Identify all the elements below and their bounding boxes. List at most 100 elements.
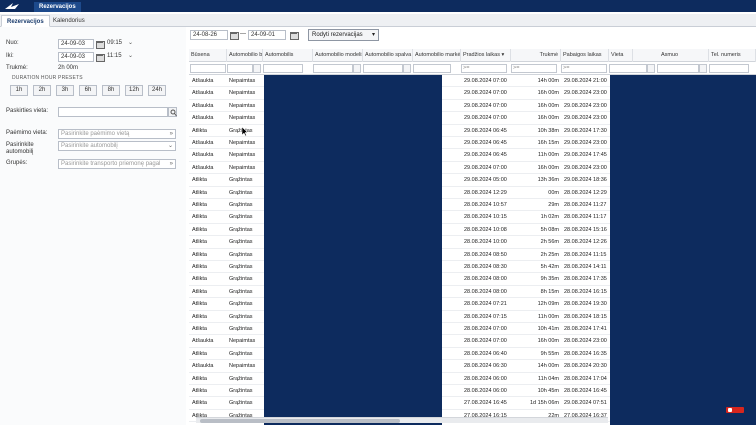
- calendar-icon[interactable]: [290, 31, 299, 40]
- col-asmuo[interactable]: Asmuo: [633, 49, 709, 62]
- filter-trukme[interactable]: >=: [511, 64, 557, 73]
- filter-vieta[interactable]: [609, 64, 647, 73]
- nuo-time[interactable]: 09:15: [107, 40, 122, 46]
- cell-busena: Atlikta: [192, 177, 207, 184]
- cell-trukme: 14h 00m: [537, 78, 559, 84]
- automobilis-placeholder: Pasirinkite automobilį: [61, 143, 118, 149]
- cell-pabaigos: 28.08.2024 12:29: [564, 189, 607, 196]
- calendar-icon[interactable]: [96, 40, 105, 49]
- filter-pabaigos[interactable]: >=: [561, 64, 607, 73]
- redacted-block: [264, 75, 442, 425]
- col-spalva[interactable]: Automobilio spalva: [363, 49, 413, 62]
- preset-2h[interactable]: 2h: [33, 85, 51, 96]
- cell-busena: Atšaukta: [192, 78, 214, 84]
- preset-8h[interactable]: 8h: [102, 85, 120, 96]
- cell-busena: Atšaukta: [192, 90, 214, 97]
- filter-modelis[interactable]: [313, 64, 353, 73]
- preset-1h[interactable]: 1h: [10, 85, 28, 96]
- cell-busena: Atlikta: [192, 326, 207, 332]
- filter-spalva[interactable]: [363, 64, 403, 73]
- col-trukme[interactable]: Trukmė: [511, 49, 561, 62]
- chevron-down-icon[interactable]: ⌄: [127, 53, 134, 60]
- cell-automobilio-b: Nepaimtas: [229, 338, 256, 345]
- horizontal-scrollbar[interactable]: [196, 417, 608, 423]
- cell-pabaigos: 28.08.2024 12:26: [564, 239, 607, 246]
- cell-automobilio-b: Grąžintas: [229, 214, 253, 221]
- col-vieta[interactable]: Vieta: [609, 49, 633, 62]
- cell-automobilio-b: Grąžintas: [229, 276, 253, 283]
- grupes-select[interactable]: Pasirinkite transporto priemonę pagal »: [58, 159, 176, 169]
- cell-pradzios: 29.08.2024 06:45: [464, 152, 507, 159]
- calendar-icon[interactable]: [230, 31, 239, 40]
- cell-busena: Atlikta: [192, 127, 207, 134]
- scrollbar-thumb[interactable]: [200, 419, 400, 423]
- cell-pradzios: 28.08.2024 07:15: [464, 313, 507, 320]
- nuo-date-input[interactable]: 24-09-03: [58, 39, 94, 49]
- chevron-down-icon: ⌄: [167, 143, 173, 149]
- filter-search-icon[interactable]: [403, 64, 411, 73]
- filter-busena[interactable]: [190, 64, 226, 73]
- automobilis-select[interactable]: Pasirinkite automobilį ⌄: [58, 141, 176, 151]
- cell-automobilio-b: Grąžintas: [229, 177, 253, 184]
- preset-3h[interactable]: 3h: [56, 85, 74, 96]
- cell-pabaigos: 29.08.2024 17:45: [564, 152, 607, 159]
- cell-pabaigos: 29.08.2024 23:00: [564, 164, 607, 171]
- preset-24h[interactable]: 24h: [148, 85, 166, 96]
- cell-pabaigos: 29.08.2024 21:00: [564, 78, 607, 84]
- preset-6h[interactable]: 6h: [79, 85, 97, 96]
- cell-pradzios: 28.08.2024 06:40: [464, 350, 507, 357]
- col-marke[interactable]: Automobilio markė: [413, 49, 461, 62]
- cell-pradzios: 28.08.2024 10:57: [464, 202, 507, 208]
- cell-trukme: 1d 15h 06m: [529, 400, 559, 407]
- app-tab-rezervacijos[interactable]: Rezervacijos: [34, 2, 81, 12]
- chevron-down-icon: »: [169, 161, 173, 167]
- col-automobilio-b[interactable]: Automobilio b: [227, 49, 263, 62]
- cell-busena: Atlikta: [192, 214, 207, 221]
- filter-automobilis[interactable]: [263, 64, 303, 73]
- filter-marke[interactable]: [413, 64, 451, 73]
- iki-date-input[interactable]: 24-09-03: [58, 52, 94, 62]
- chevron-down-icon[interactable]: ⌄: [127, 40, 134, 47]
- tab-kalendorius[interactable]: Kalendorius: [48, 15, 90, 27]
- filter-asmuo[interactable]: [657, 64, 699, 73]
- cell-pabaigos: 29.08.2024 23:00: [564, 140, 607, 146]
- filter-search-icon[interactable]: [253, 64, 261, 73]
- show-reservations-label: Rodyti rezervacijas: [312, 32, 363, 38]
- col-automobilis[interactable]: Automobilis: [263, 49, 313, 62]
- cell-pradzios: 28.08.2024 06:00: [464, 388, 507, 394]
- cell-trukme: 16h 00m: [537, 338, 559, 345]
- cell-automobilio-b: Nepaimtas: [229, 140, 256, 146]
- col-tel[interactable]: Tel. numeris: [709, 49, 756, 62]
- chevron-down-icon: »: [169, 131, 173, 137]
- show-reservations-button[interactable]: Rodyti rezervacijas ▾: [308, 29, 379, 41]
- cell-busena: Atlikta: [192, 239, 207, 246]
- col-pabaigos[interactable]: Pabaigos laikas: [561, 49, 609, 62]
- cell-trukme: 16h 00m: [537, 90, 559, 97]
- col-modelis[interactable]: Automobilio modelis: [313, 49, 363, 62]
- preset-12h[interactable]: 12h: [125, 85, 143, 96]
- cell-busena: Atlikta: [192, 388, 207, 394]
- search-button[interactable]: [168, 107, 177, 117]
- calendar-icon[interactable]: [96, 53, 105, 62]
- cell-pabaigos: 28.08.2024 16:35: [564, 350, 607, 357]
- filter-search-icon[interactable]: [353, 64, 361, 73]
- cell-pabaigos: 28.08.2024 11:15: [564, 251, 607, 258]
- cell-trukme: 10h 38m: [537, 127, 559, 134]
- paemimo-select[interactable]: Pasirinkite paėmimo vietą »: [58, 129, 176, 139]
- iki-time[interactable]: 11:15: [107, 53, 122, 59]
- col-busena[interactable]: Būsena: [189, 49, 227, 62]
- filter-tel[interactable]: [709, 64, 749, 73]
- tab-rezervacijos[interactable]: Rezervacijos: [1, 15, 50, 27]
- cell-pabaigos: 28.08.2024 17:04: [564, 375, 607, 382]
- cell-pabaigos: 28.08.2024 11:27: [564, 202, 607, 208]
- col-pradzios[interactable]: Pradžios laikas ▾: [461, 49, 511, 62]
- cell-trukme: 16h 00m: [537, 102, 559, 109]
- date-to-input[interactable]: 24-09-01: [248, 30, 286, 40]
- filter-search-icon[interactable]: [647, 64, 655, 73]
- filter-automobilio-b[interactable]: [227, 64, 253, 73]
- paskirties-input[interactable]: [58, 107, 168, 117]
- cell-trukme: 2h 56m: [540, 239, 559, 246]
- filter-search-icon[interactable]: [699, 64, 707, 73]
- filter-pradzios[interactable]: >=: [461, 64, 507, 73]
- date-from-input[interactable]: 24-08-26: [190, 30, 228, 40]
